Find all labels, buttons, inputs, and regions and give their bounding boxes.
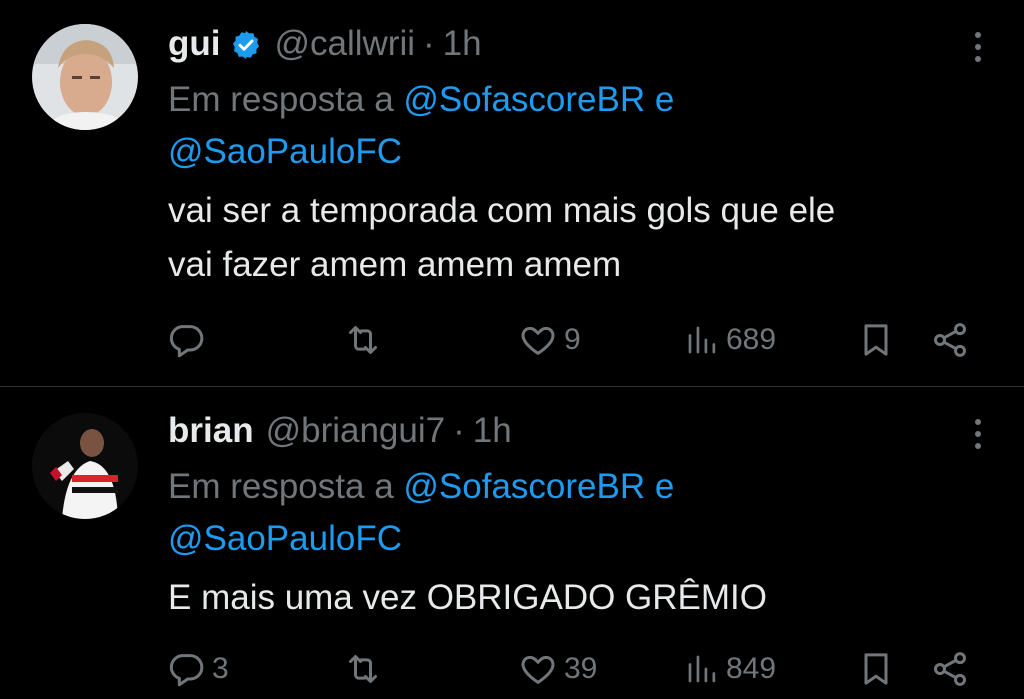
verified-badge-icon	[230, 28, 262, 60]
bookmark-button[interactable]	[856, 316, 896, 364]
separator-dot: ·	[453, 411, 465, 450]
reply-conjunction: e	[654, 80, 675, 119]
views-icon	[684, 649, 720, 689]
reply-context: Em resposta a @SofascoreBR e @SaoPauloFC	[168, 461, 984, 565]
action-bar: 3 39 849	[166, 645, 976, 693]
views-button[interactable]: 849	[684, 645, 776, 693]
reply-context: Em resposta a @SofascoreBR e @SaoPauloFC	[168, 74, 984, 178]
tweet-text: E mais uma vez OBRIGADO GRÊMIO	[168, 571, 984, 625]
tweet-header: brian @briangui7 · 1h	[168, 409, 984, 453]
display-name[interactable]: gui	[168, 22, 220, 66]
repost-icon	[342, 320, 384, 360]
views-count: 689	[726, 323, 777, 356]
share-button[interactable]	[930, 316, 970, 364]
mention-link[interactable]: @SaoPauloFC	[168, 132, 402, 171]
views-icon	[684, 320, 720, 360]
tweet[interactable]: brian @briangui7 · 1h Em resposta a @Sof…	[0, 387, 1024, 699]
reply-icon	[166, 320, 206, 360]
like-count: 39	[564, 652, 598, 685]
avatar[interactable]	[32, 24, 138, 130]
reply-prefix: Em resposta a	[168, 80, 394, 119]
tweet-text-line: vai ser a temporada com mais gols que el…	[168, 191, 836, 230]
separator-dot: ·	[423, 24, 435, 63]
more-icon[interactable]	[972, 417, 984, 451]
like-button[interactable]: 39	[518, 645, 597, 693]
timestamp[interactable]: 1h	[473, 409, 512, 453]
like-button[interactable]: 9	[518, 316, 581, 364]
mention-link[interactable]: @SofascoreBR	[403, 80, 645, 119]
share-button[interactable]	[930, 645, 970, 693]
avatar[interactable]	[32, 413, 138, 519]
tweet-text-line: E mais uma vez OBRIGADO GRÊMIO	[168, 578, 767, 617]
tweet-text: vai ser a temporada com mais gols que el…	[168, 184, 984, 292]
reply-button[interactable]: 3	[166, 645, 229, 693]
repost-button[interactable]	[342, 645, 390, 693]
tweet-text-line: vai fazer amem amem amem	[168, 245, 622, 284]
user-handle[interactable]: @callwrii	[274, 22, 415, 66]
like-icon	[518, 649, 558, 689]
like-count: 9	[564, 323, 581, 356]
reply-conjunction: e	[654, 467, 675, 506]
share-icon	[930, 649, 970, 689]
mention-link[interactable]: @SaoPauloFC	[168, 519, 402, 558]
reply-prefix: Em resposta a	[168, 467, 394, 506]
reply-count: 3	[212, 652, 229, 685]
like-icon	[518, 320, 558, 360]
action-bar: 9 689	[166, 316, 976, 364]
more-icon[interactable]	[972, 30, 984, 64]
repost-button[interactable]	[342, 316, 390, 364]
reply-button[interactable]	[166, 316, 212, 364]
repost-icon	[342, 649, 384, 689]
tweet-header: gui @callwrii · 1h	[168, 22, 984, 66]
views-count: 849	[726, 652, 777, 685]
bookmark-icon	[856, 320, 896, 360]
user-handle[interactable]: @briangui7	[266, 409, 446, 453]
bookmark-icon	[856, 649, 896, 689]
reply-icon	[166, 649, 206, 689]
bookmark-button[interactable]	[856, 645, 896, 693]
tweet[interactable]: gui @callwrii · 1h Em resposta a @Sofasc…	[0, 0, 1024, 386]
share-icon	[930, 320, 970, 360]
mention-link[interactable]: @SofascoreBR	[403, 467, 645, 506]
display-name[interactable]: brian	[168, 409, 254, 453]
views-button[interactable]: 689	[684, 316, 776, 364]
timestamp[interactable]: 1h	[443, 22, 482, 66]
